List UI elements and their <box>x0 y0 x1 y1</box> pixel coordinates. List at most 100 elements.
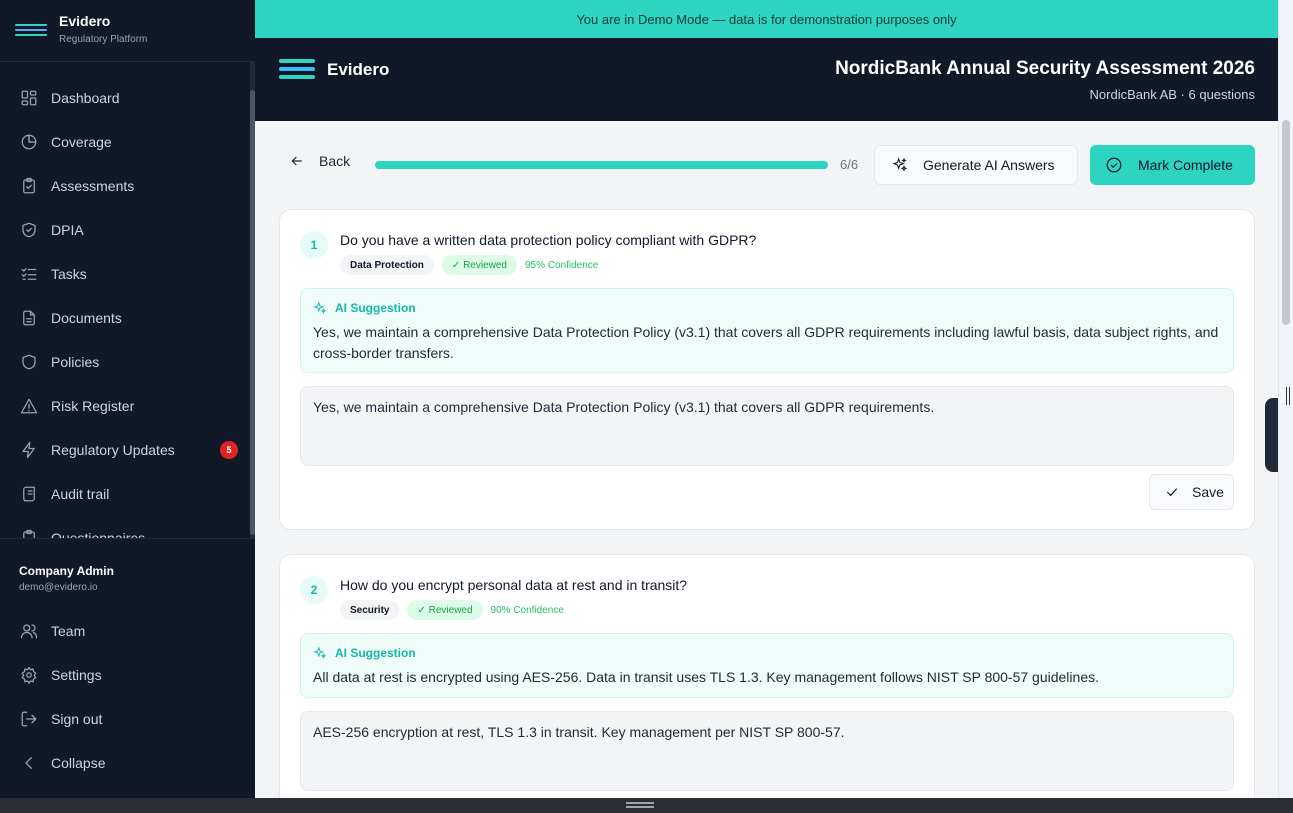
sidebar-item-label: Policies <box>51 354 100 370</box>
sidebar-item-coverage[interactable]: Coverage <box>0 120 250 164</box>
question-tags: Security ✓ Reviewed 90% Confidence <box>340 600 564 620</box>
pie-chart-icon <box>19 132 39 152</box>
clipboard-check-icon <box>19 176 39 196</box>
notification-badge: 5 <box>220 441 238 459</box>
ai-suggestion-label: AI Suggestion <box>335 301 416 315</box>
answer-textarea[interactable]: AES-256 encryption at rest, TLS 1.3 in t… <box>300 711 1234 791</box>
user-email: demo@evidero.io <box>19 582 98 593</box>
user-name: Company Admin <box>19 564 114 578</box>
header-brand: Evidero <box>327 60 390 79</box>
clipboard-icon <box>19 528 39 538</box>
scroll-icon <box>19 484 39 504</box>
sidebar-nav: Dashboard Coverage Assessments DPIA Task… <box>0 76 250 538</box>
document-icon <box>19 308 39 328</box>
ai-suggestion-text: All data at rest is encrypted using AES-… <box>313 669 1099 685</box>
sparkles-icon <box>892 157 908 172</box>
sidebar-item-label: Coverage <box>51 134 112 150</box>
sidebar-item-label: Tasks <box>51 266 87 282</box>
sidebar-item-label: Dashboard <box>51 90 120 106</box>
user-section: Company Admin demo@evidero.io Team Setti… <box>0 538 255 798</box>
progress-bar-fill <box>375 161 828 169</box>
ai-suggestion-box[interactable]: AI Suggestion All data at rest is encryp… <box>300 633 1234 698</box>
dashboard-icon <box>19 88 39 108</box>
sidebar-item-documents[interactable]: Documents <box>0 296 250 340</box>
sidebar-item-label: Documents <box>51 310 122 326</box>
sidebar-item-risk-register[interactable]: Risk Register <box>0 384 250 428</box>
brand-subtitle: Regulatory Platform <box>59 34 148 45</box>
save-label: Save <box>1192 484 1224 500</box>
ai-suggestion-box[interactable]: AI Suggestion Yes, we maintain a compreh… <box>300 288 1234 373</box>
sidebar-item-policies[interactable]: Policies <box>0 340 250 384</box>
sparkles-icon <box>313 301 327 314</box>
category-tag: Data Protection <box>340 255 434 275</box>
sidebar-item-audit-trail[interactable]: Audit trail <box>0 472 250 516</box>
check-icon <box>1166 488 1178 497</box>
demo-mode-banner: You are in Demo Mode — data is for demon… <box>255 0 1278 38</box>
sidebar-item-collapse[interactable]: Collapse <box>0 741 255 785</box>
arrow-left-icon <box>291 156 302 166</box>
ai-suggestion-label: AI Suggestion <box>335 646 416 660</box>
sidebar-item-questionnaires[interactable]: Questionnaires <box>0 516 250 538</box>
sidebar: Evidero Regulatory Platform Dashboard Co… <box>0 0 255 798</box>
sidebar-item-team[interactable]: Team <box>0 609 255 653</box>
generate-ai-answers-button[interactable]: Generate AI Answers <box>874 145 1078 185</box>
users-icon <box>19 621 39 641</box>
check-circle-icon <box>1106 157 1122 173</box>
back-label: Back <box>319 153 351 169</box>
question-card: 1 Do you have a written data protection … <box>279 209 1255 530</box>
sidebar-item-label: DPIA <box>51 222 84 238</box>
status-badge: ✓ Reviewed <box>441 255 517 275</box>
ai-suggestion-header: AI Suggestion <box>313 646 416 660</box>
sidebar-item-settings[interactable]: Settings <box>0 653 255 697</box>
warning-triangle-icon <box>19 396 39 416</box>
gear-icon <box>19 665 39 685</box>
assessment-toolbar: Back 6/6 Generate AI Answers Mark Comple… <box>279 145 1255 185</box>
status-badge: ✓ Reviewed <box>407 600 483 620</box>
sidebar-item-label: Risk Register <box>51 398 135 414</box>
resize-handle-icon[interactable] <box>626 802 654 808</box>
window-bottom-strip <box>0 798 1293 813</box>
ai-suggestion-text: Yes, we maintain a comprehensive Data Pr… <box>313 324 1219 361</box>
main-content: You are in Demo Mode — data is for demon… <box>255 0 1293 798</box>
main-scrollbar-thumb[interactable] <box>1282 120 1290 325</box>
resize-grip-icon[interactable] <box>1286 387 1290 405</box>
shield-icon <box>19 352 39 372</box>
side-panel-tab[interactable] <box>1265 398 1279 472</box>
app-window: Evidero Regulatory Platform Dashboard Co… <box>0 0 1293 798</box>
sidebar-item-regulatory-updates[interactable]: Regulatory Updates 5 <box>0 428 250 472</box>
sidebar-item-dashboard[interactable]: Dashboard <box>0 76 250 120</box>
logo-icon <box>279 59 315 81</box>
sidebar-item-sign-out[interactable]: Sign out <box>0 697 255 741</box>
sidebar-item-label: Team <box>51 623 86 639</box>
sidebar-item-label: Collapse <box>51 755 106 771</box>
back-button[interactable]: Back <box>289 153 350 169</box>
question-text: How do you encrypt personal data at rest… <box>340 577 688 593</box>
answer-textarea[interactable]: Yes, we maintain a comprehensive Data Pr… <box>300 386 1234 466</box>
generate-label: Generate AI Answers <box>923 157 1055 173</box>
page-subtitle: NordicBank AB · 6 questions <box>1089 87 1255 102</box>
sidebar-bottom-nav: Team Settings Sign out Collapse <box>0 609 255 785</box>
mark-complete-button[interactable]: Mark Complete <box>1090 145 1255 185</box>
sparkles-icon <box>313 646 327 659</box>
list-check-icon <box>19 264 39 284</box>
complete-label: Mark Complete <box>1138 157 1233 173</box>
progress-count: 6/6 <box>840 157 859 172</box>
sidebar-item-label: Audit trail <box>51 486 110 502</box>
sidebar-item-label: Sign out <box>51 711 103 727</box>
lightning-icon <box>19 440 39 460</box>
sidebar-item-assessments[interactable]: Assessments <box>0 164 250 208</box>
sidebar-brand[interactable]: Evidero Regulatory Platform <box>0 0 255 62</box>
question-tags: Data Protection ✓ Reviewed 95% Confidenc… <box>340 255 598 275</box>
sidebar-item-label: Assessments <box>51 178 135 194</box>
question-text: Do you have a written data protection po… <box>340 232 757 248</box>
question-number: 2 <box>300 576 328 604</box>
question-number: 1 <box>300 231 328 259</box>
brand-name: Evidero <box>59 13 111 29</box>
sidebar-item-label: Questionnaires <box>51 530 146 538</box>
chevron-left-icon <box>19 753 39 773</box>
save-button[interactable]: Save <box>1149 474 1234 510</box>
sidebar-item-tasks[interactable]: Tasks <box>0 252 250 296</box>
category-tag: Security <box>340 600 400 620</box>
sidebar-item-dpia[interactable]: DPIA <box>0 208 250 252</box>
question-card: 2 How do you encrypt personal data at re… <box>279 554 1255 798</box>
